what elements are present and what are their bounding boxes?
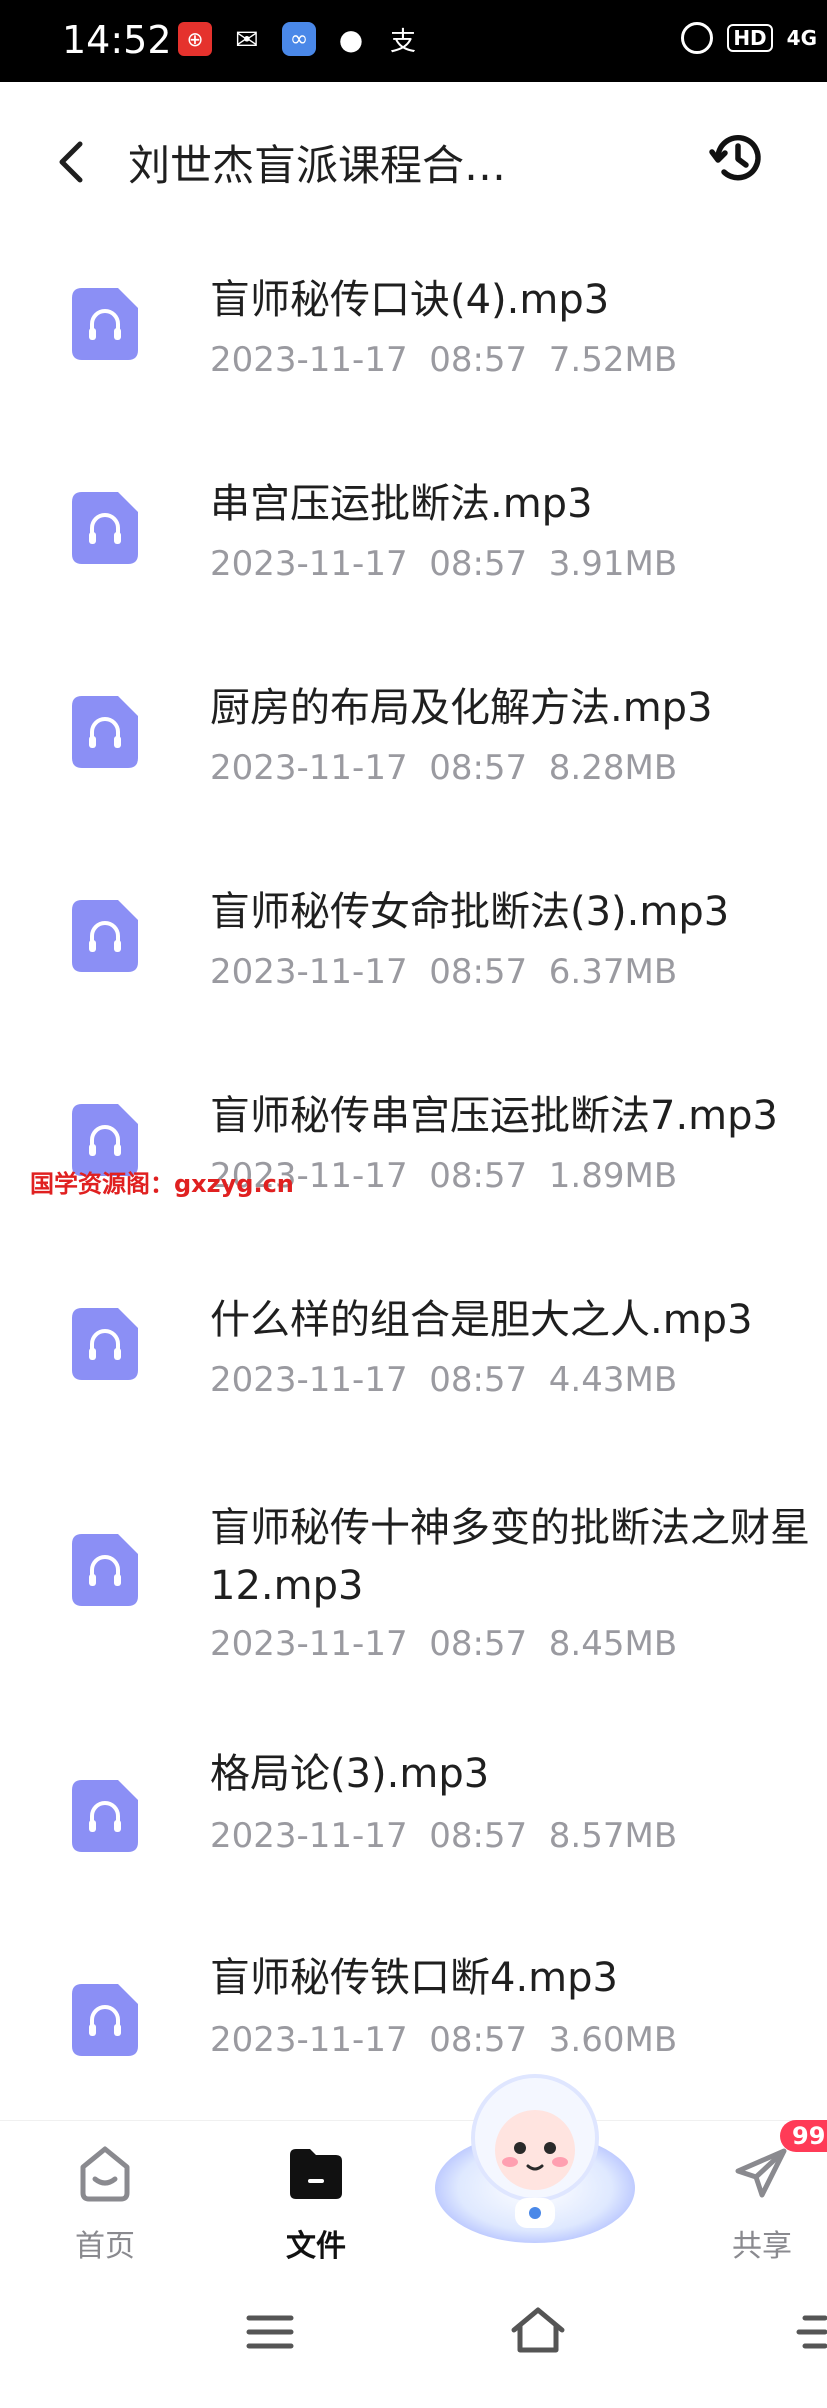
file-name: 串宫压运批断法.mp3 xyxy=(210,481,593,527)
file-meta: 2023-11-17 08:57 3.91MB xyxy=(210,544,678,584)
audio-file-icon xyxy=(72,288,138,360)
audio-file-icon xyxy=(72,1780,138,1852)
header: 刘世杰盲派课程合… xyxy=(0,82,827,232)
file-meta: 2023-11-17 08:57 7.52MB xyxy=(210,340,678,380)
status-time: 14:52 xyxy=(62,18,172,62)
chevron-left-icon[interactable] xyxy=(50,132,90,192)
hd-icon: HD xyxy=(727,24,773,52)
audio-file-icon xyxy=(72,1984,138,2056)
nav-share-label: 共享 xyxy=(732,2229,792,2264)
file-name-line2: 12.mp3 xyxy=(210,1563,364,1609)
file-name: 盲师秘传铁口断4.mp3 xyxy=(210,1955,618,2001)
nav-home-label: 首页 xyxy=(75,2229,135,2264)
file-name: 格局论(3).mp3 xyxy=(210,1751,490,1797)
file-meta: 2023-11-17 08:57 6.37MB xyxy=(210,952,678,992)
alarm-icon xyxy=(681,22,714,54)
bank-app-icon: ⊕ xyxy=(178,22,212,56)
file-name: 什么样的组合是胆大之人.mp3 xyxy=(210,1297,753,1343)
wechat-icon: ✉ xyxy=(235,22,259,56)
page-title: 刘世杰盲派课程合… xyxy=(128,141,507,190)
file-name: 厨房的布局及化解方法.mp3 xyxy=(210,685,713,731)
home-nav-icon[interactable] xyxy=(510,2306,566,2354)
watermark-text: 国学资源阁：gxzyg.cn xyxy=(30,1170,294,1198)
audio-file-icon xyxy=(72,696,138,768)
file-name: 盲师秘传女命批断法(3).mp3 xyxy=(210,889,730,935)
nav-files-label: 文件 xyxy=(286,2229,346,2264)
menu-icon[interactable] xyxy=(245,2312,295,2352)
file-name: 盲师秘传串宫压运批断法7.mp3 xyxy=(210,1093,778,1139)
status-system-icons: HD 4G xyxy=(681,22,817,54)
bottom-nav: 首页 文件 共享 xyxy=(0,2120,827,2271)
message-icon: ● xyxy=(338,22,364,56)
file-meta: 2023-11-17 08:57 3.60MB xyxy=(210,2020,678,2060)
home-icon xyxy=(80,2146,130,2202)
paper-plane-icon xyxy=(735,2148,787,2198)
folder-icon xyxy=(290,2149,342,2199)
cloud-box-icon: ∞ xyxy=(282,22,316,56)
back-nav-icon[interactable] xyxy=(795,2310,827,2354)
file-meta: 2023-11-17 08:57 8.28MB xyxy=(210,748,678,788)
file-meta: 2023-11-17 08:57 8.57MB xyxy=(210,1816,678,1856)
audio-file-icon xyxy=(72,1534,138,1606)
history-icon[interactable] xyxy=(706,126,770,190)
audio-file-icon xyxy=(72,1308,138,1380)
notification-badge: 99+ xyxy=(780,2120,827,2152)
status-notification-icons: ⊕ ✉ ∞ ● 支 xyxy=(178,22,420,57)
system-nav-bar xyxy=(0,2270,827,2408)
file-name: 盲师秘传口诀(4).mp3 xyxy=(210,277,610,323)
audio-file-icon xyxy=(72,900,138,972)
file-meta: 2023-11-17 08:57 4.43MB xyxy=(210,1360,678,1400)
file-meta: 2023-11-17 08:57 8.45MB xyxy=(210,1624,678,1664)
alipay-icon: 支 xyxy=(389,26,416,57)
status-bar: 14:52 ⊕ ✉ ∞ ● 支 HD 4G xyxy=(0,0,827,82)
mascot-assistant-button[interactable] xyxy=(430,2058,640,2248)
signal-icon: 4G xyxy=(786,26,817,50)
file-name: 盲师秘传十神多变的批断法之财星 xyxy=(210,1505,810,1551)
audio-file-icon xyxy=(72,492,138,564)
